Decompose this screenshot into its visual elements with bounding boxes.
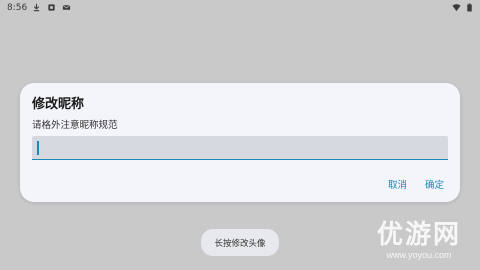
toast-message: 长按修改头像 (201, 229, 279, 256)
watermark-url: www.yoyou.com (386, 250, 452, 260)
notification-app-icon (48, 4, 55, 11)
wifi-icon (452, 4, 461, 12)
dialog-title: 修改昵称 (32, 97, 85, 112)
watermark-text: 优游网 (376, 220, 461, 250)
battery-icon (467, 3, 472, 12)
status-icons-left (32, 3, 71, 12)
confirm-button[interactable]: 确定 (425, 177, 444, 191)
status-time: 8:56 (7, 3, 28, 13)
nickname-input[interactable] (32, 136, 448, 160)
mail-icon (62, 4, 71, 10)
status-bar: 8:56 (0, 0, 480, 16)
dialog-message: 请格外注意昵称规范 (32, 120, 118, 131)
download-icon (33, 3, 40, 12)
edit-nickname-dialog: 修改昵称 请格外注意昵称规范 取消 确定 (20, 83, 460, 202)
watermark-logo: 优游网 www.yoyou.com (364, 220, 474, 266)
dialog-actions: 取消 确定 (388, 177, 444, 191)
cancel-button[interactable]: 取消 (388, 177, 407, 191)
text-caret (37, 141, 39, 155)
status-icons-right (452, 3, 474, 12)
